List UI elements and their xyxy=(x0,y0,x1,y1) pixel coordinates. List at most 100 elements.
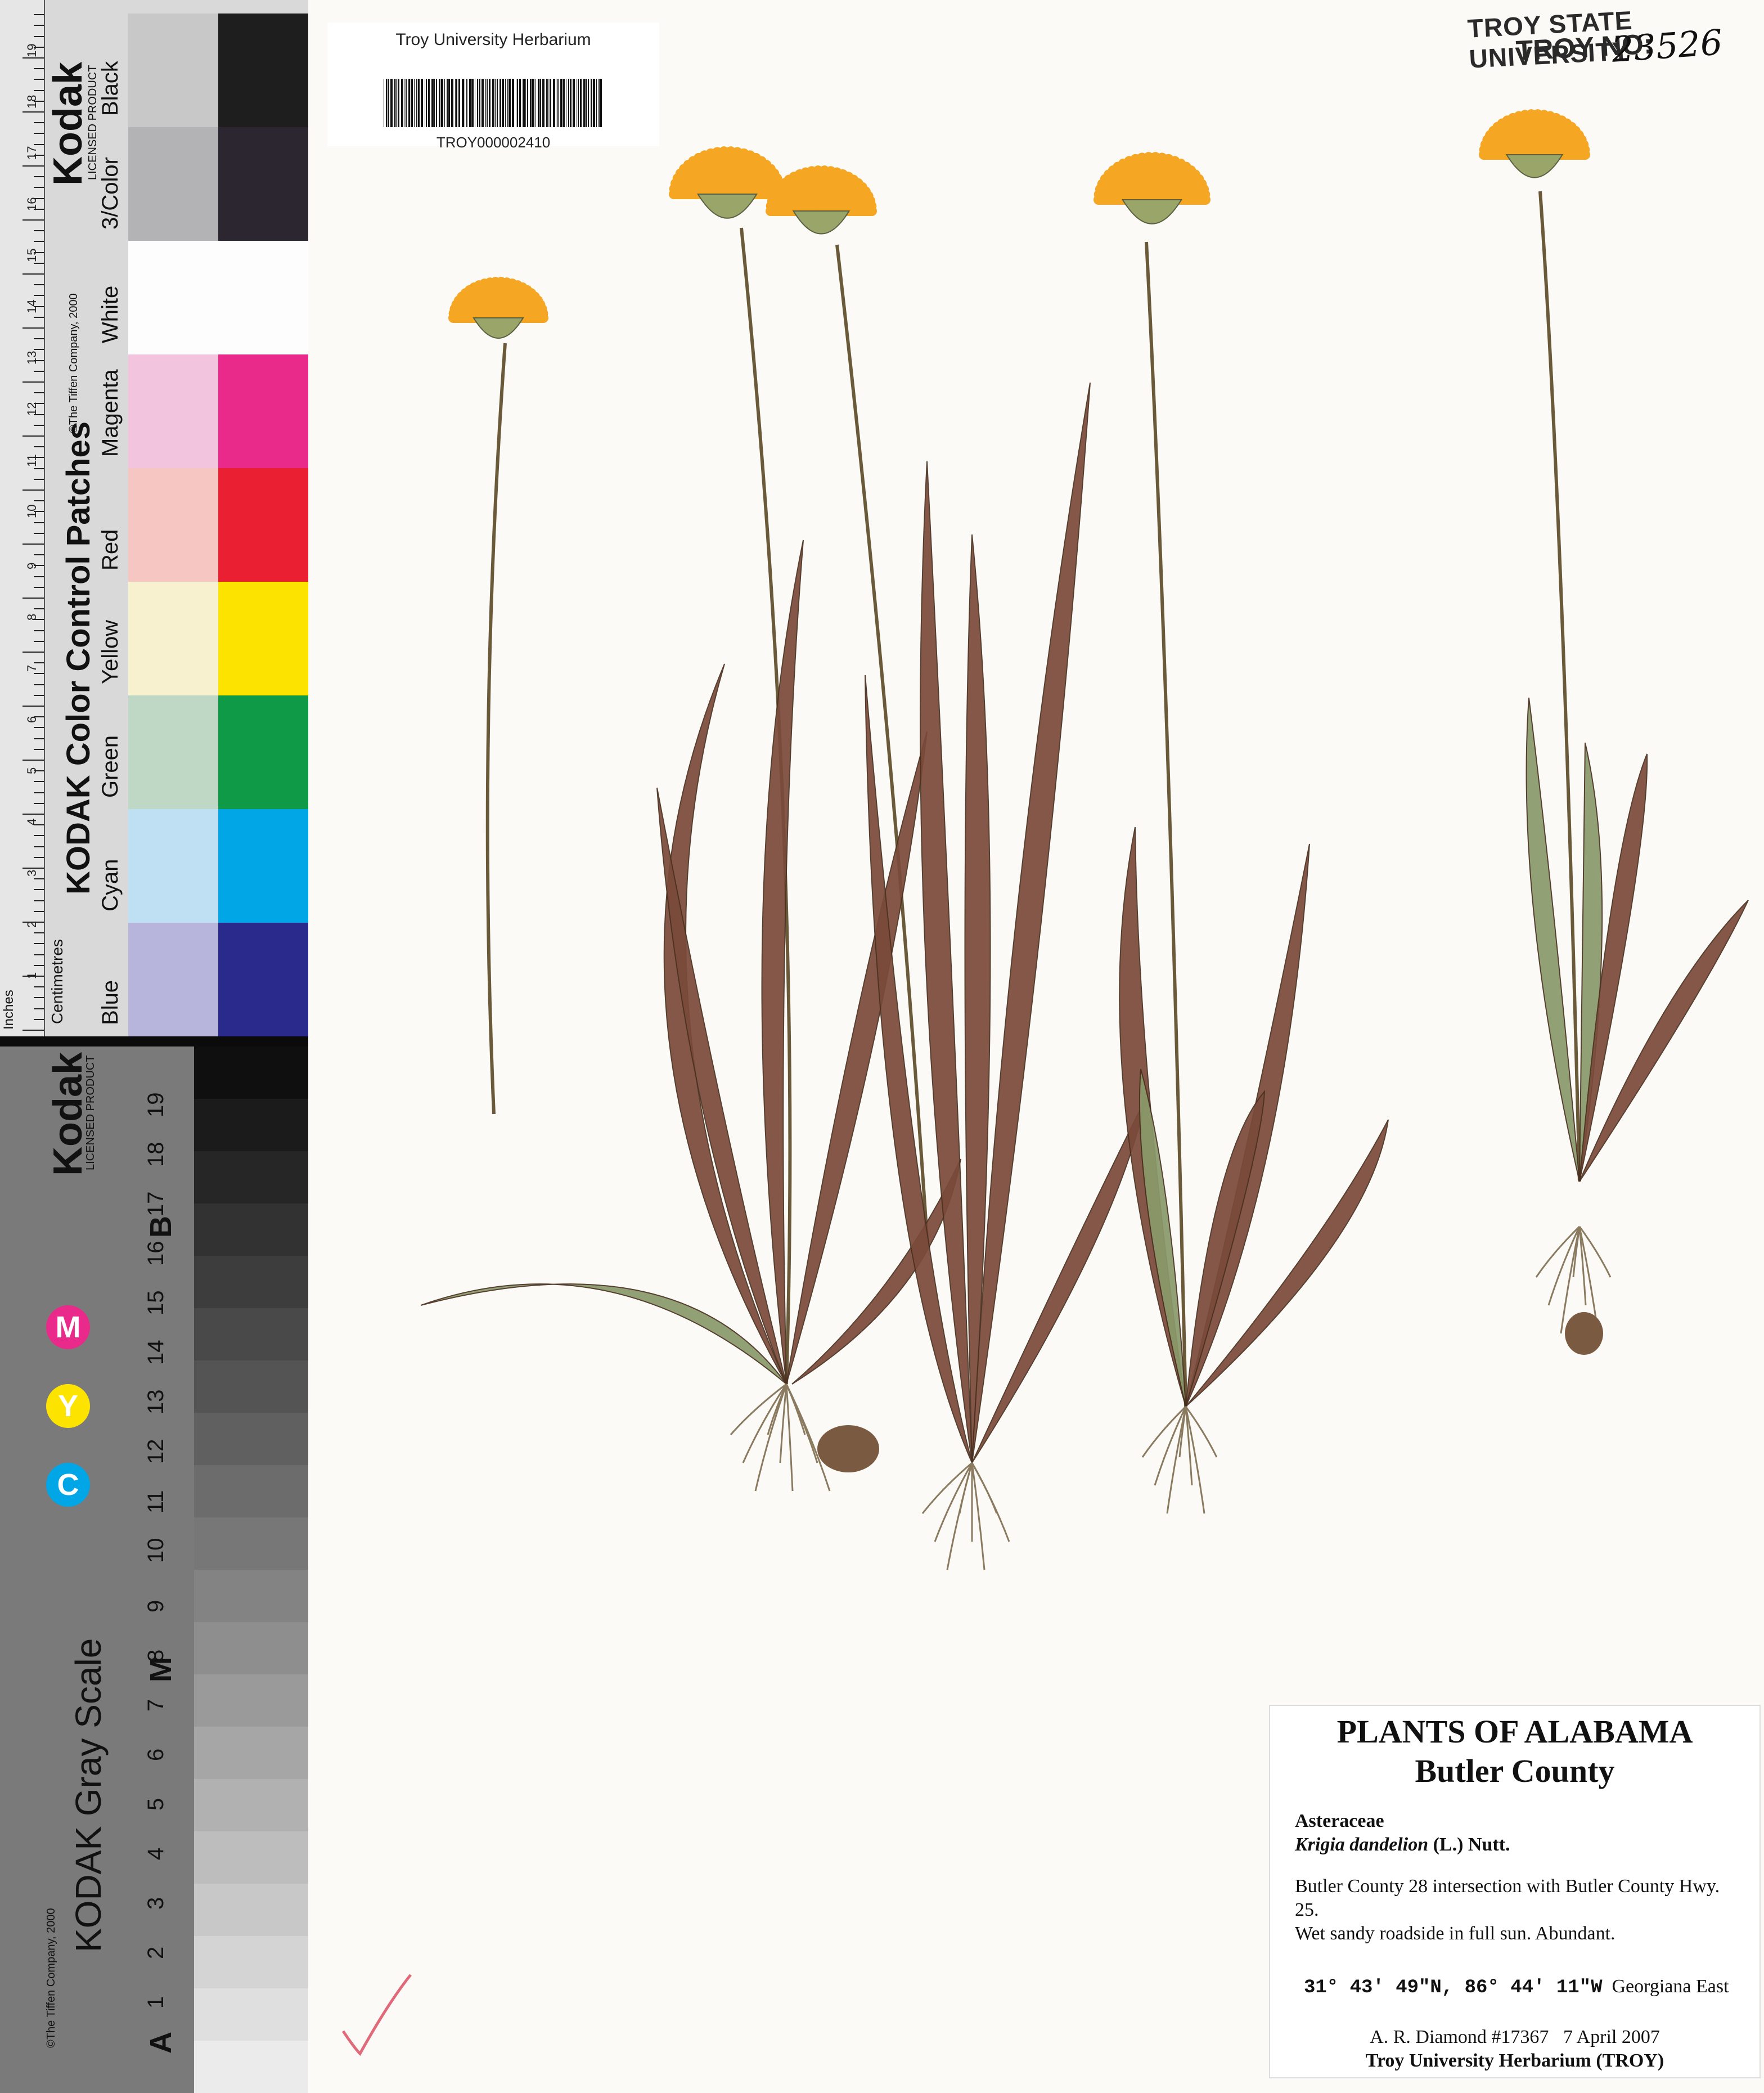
gray-step-number: 5 xyxy=(143,1798,168,1811)
gray-step xyxy=(194,1151,308,1203)
color-patch-label: Green xyxy=(98,735,123,798)
barcode xyxy=(384,79,602,127)
gray-step-number: 18 xyxy=(143,1142,168,1167)
gray-step xyxy=(194,1465,308,1517)
gray-step-number: 9 xyxy=(143,1600,168,1613)
barcode-bar xyxy=(600,79,602,127)
species-author: (L.) Nutt. xyxy=(1433,1834,1510,1855)
gray-scale-card: Kodak LICENSED PRODUCT KODAK Gray Scale … xyxy=(0,1046,308,2093)
ruler-tick xyxy=(34,241,44,242)
ruler-tick xyxy=(34,748,44,750)
ruler-tick xyxy=(34,14,44,16)
color-patch-dark xyxy=(218,241,308,354)
color-patch-dark xyxy=(218,695,308,809)
color-patch-light xyxy=(128,695,218,809)
barcode-bar xyxy=(570,79,572,127)
barcode-bar xyxy=(434,79,435,127)
ruler-tick xyxy=(22,706,44,707)
barcode-bar xyxy=(395,79,397,127)
ruler-tick xyxy=(34,532,44,534)
gray-step-number: 6 xyxy=(143,1748,168,1761)
barcode-bar xyxy=(444,79,445,127)
ruler-tick xyxy=(34,943,44,945)
ruler-tick xyxy=(34,122,44,124)
label-county: Butler County xyxy=(1415,1753,1615,1789)
ruler-tick xyxy=(34,792,44,793)
ruler-tick xyxy=(22,435,44,437)
ruler-tick xyxy=(34,446,44,448)
barcode-bar xyxy=(421,79,423,127)
barcode-bar xyxy=(539,79,541,127)
involucre xyxy=(1121,199,1183,224)
ruler-tick xyxy=(34,500,44,502)
label-collector: A. R. Diamond #17367 7 April 2007 xyxy=(1270,2027,1760,2048)
ruler-tick xyxy=(22,111,44,113)
color-patch-label: 3/Color xyxy=(98,157,123,230)
ruler-tick xyxy=(34,284,44,286)
copyright: ©The Tiffen Company, 2000 xyxy=(68,293,80,433)
ruler-tick xyxy=(34,262,44,264)
barcode-bar xyxy=(578,79,579,127)
ruler-number: 8 xyxy=(25,613,39,621)
barcode-bar xyxy=(546,79,547,127)
barcode-bar xyxy=(547,79,548,127)
barcode-bar xyxy=(411,79,413,127)
ruler-tick xyxy=(34,694,44,696)
ruler-tick xyxy=(34,586,44,588)
ruler-tick xyxy=(34,133,44,134)
barcode-bar xyxy=(431,79,434,127)
color-patch-dark xyxy=(218,468,308,582)
barcode-bar xyxy=(562,79,565,127)
place-text: Georgiana East xyxy=(1612,1976,1729,1997)
gray-marker: B xyxy=(144,1216,178,1238)
gray-step-number: 11 xyxy=(143,1490,168,1513)
check-mark xyxy=(341,1974,412,2056)
color-control-card: 1 2 3 4 5 6 7 8 9 10 11 12 13 14 15 16 17 18 19 Inches Cen… xyxy=(0,0,308,1036)
ruler-tick xyxy=(34,176,44,178)
color-patch-light xyxy=(128,127,218,241)
habitat-text: Wet sandy roadside in full sun. Abundant… xyxy=(1295,1923,1616,1944)
barcode-bar xyxy=(557,79,559,127)
ruler-number: 3 xyxy=(25,869,39,877)
gray-step xyxy=(194,1936,308,1988)
barcode-bar xyxy=(485,79,486,127)
gray-step xyxy=(194,1099,308,1151)
ruler-number: 11 xyxy=(25,454,39,467)
ruler-tick xyxy=(34,143,44,145)
barcode-id: TROY000002410 xyxy=(436,134,551,151)
ruler-number: 19 xyxy=(25,43,39,57)
gray-step-number: 14 xyxy=(143,1340,168,1366)
root xyxy=(1185,1406,1205,1514)
stamp-number: 23526 xyxy=(1610,21,1724,70)
barcode-bar xyxy=(538,79,539,127)
ruler-tick xyxy=(34,349,44,351)
ruler-number: 2 xyxy=(25,920,39,928)
gray-step-number: 3 xyxy=(143,1897,168,1910)
gray-marker: A xyxy=(144,2032,178,2054)
ruler-tick xyxy=(34,468,44,469)
ruler-tick xyxy=(34,954,44,955)
ruler-tick xyxy=(34,89,44,91)
barcode-bar xyxy=(414,79,415,127)
involucre xyxy=(792,210,850,235)
root xyxy=(958,1462,973,1514)
color-patch-dark xyxy=(218,127,308,241)
gray-step xyxy=(194,1779,308,1831)
color-patch-light xyxy=(128,582,218,695)
barcode-bar xyxy=(568,79,569,127)
ruler-number: 6 xyxy=(25,716,39,723)
ruler-number: 9 xyxy=(25,562,39,569)
barcode-bar xyxy=(456,79,457,127)
barcode-bar xyxy=(517,79,518,127)
root xyxy=(785,1384,794,1492)
ruler-tick xyxy=(34,316,44,318)
gray-step xyxy=(194,1622,308,1674)
color-patch-light xyxy=(128,809,218,923)
ruler: 1 2 3 4 5 6 7 8 9 10 11 12 13 14 15 16 17 18 19 xyxy=(0,0,45,1036)
collector-text: A. R. Diamond #17367 xyxy=(1370,2027,1549,2047)
gray-marker: M xyxy=(144,1657,178,1682)
ruler-tick xyxy=(34,187,44,188)
ruler-tick xyxy=(34,781,44,783)
copyright-gray: ©The Tiffen Company, 2000 xyxy=(45,1908,57,2048)
ruler-number: 18 xyxy=(25,95,39,109)
